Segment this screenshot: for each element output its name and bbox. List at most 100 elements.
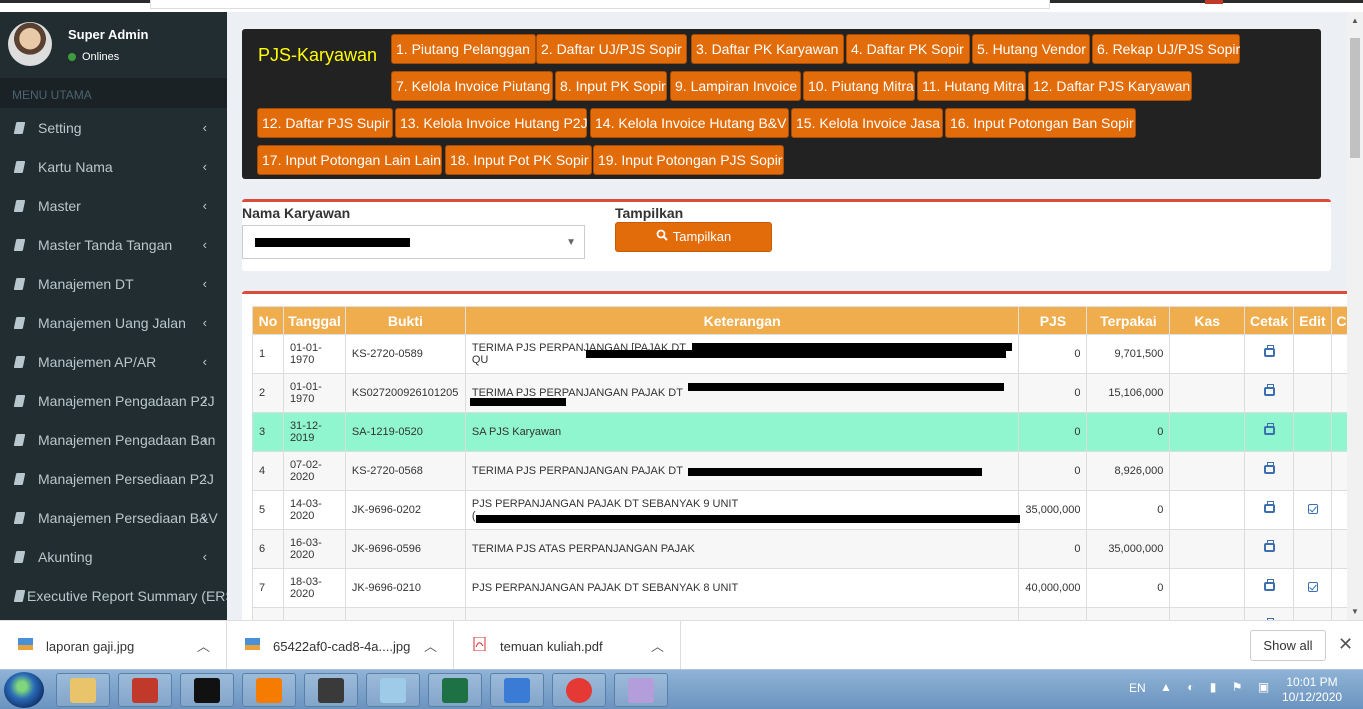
- tray-icons[interactable]: ▲ ◐ ▮ ⚑ ▣: [1160, 680, 1275, 694]
- sidebar-item[interactable]: Manajemen Uang Jalan ‹: [0, 303, 227, 342]
- cell-print[interactable]: [1244, 490, 1295, 530]
- cell-print[interactable]: [1244, 451, 1295, 491]
- cell-edit[interactable]: [1293, 412, 1332, 452]
- cell-keterangan: [464, 607, 1020, 620]
- nav-button[interactable]: 12. Daftar PJS Supir: [257, 108, 393, 138]
- cell-terpakai: 8,926,000: [1086, 451, 1171, 491]
- scroll-down-icon[interactable]: ▼: [1351, 607, 1359, 616]
- column-header[interactable]: No: [252, 306, 284, 335]
- taskbar-app-cmd[interactable]: [180, 673, 234, 707]
- nav-button[interactable]: 11. Hutang Mitra: [917, 71, 1026, 101]
- column-header[interactable]: Kas: [1169, 306, 1246, 335]
- sidebar-item[interactable]: Akunting ‹: [0, 537, 227, 576]
- cell-edit[interactable]: [1293, 373, 1332, 413]
- close-icon[interactable]: ✕: [1338, 634, 1353, 655]
- nav-button[interactable]: 2. Daftar UJ/PJS Sopir: [536, 34, 687, 64]
- taskbar-app-sublime[interactable]: [304, 673, 358, 707]
- nav-button[interactable]: 14. Kelola Invoice Hutang B&V: [590, 108, 789, 138]
- sidebar-item[interactable]: Executive Report Summary (ERS: [0, 576, 227, 615]
- start-button[interactable]: [4, 672, 44, 708]
- taskbar-app-network[interactable]: [490, 673, 544, 707]
- nav-button[interactable]: 4. Daftar PK Sopir: [846, 34, 970, 64]
- nav-button[interactable]: 16. Input Potongan Ban Sopir: [945, 108, 1136, 138]
- column-header[interactable]: Cetak: [1244, 306, 1295, 335]
- cell-print[interactable]: [1244, 412, 1295, 452]
- nav-button[interactable]: 18. Input Pot PK Sopir: [445, 145, 592, 175]
- sidebar-item[interactable]: Manajemen DT ‹: [0, 264, 227, 303]
- cell-edit[interactable]: [1293, 568, 1332, 608]
- printer-icon[interactable]: [1263, 423, 1275, 435]
- printer-icon[interactable]: [1263, 384, 1275, 396]
- language-indicator[interactable]: EN: [1129, 681, 1146, 695]
- taskbar-app-notepad[interactable]: [366, 673, 420, 707]
- printer-icon[interactable]: [1263, 462, 1275, 474]
- column-header[interactable]: Bukti: [344, 306, 466, 335]
- taskbar-app-paint[interactable]: [614, 673, 668, 707]
- edit-icon[interactable]: [1307, 503, 1318, 514]
- printer-icon[interactable]: [1263, 579, 1275, 591]
- clock[interactable]: 10:01 PM 10/12/2020: [1282, 675, 1342, 705]
- printer-icon[interactable]: [1263, 345, 1275, 357]
- nav-button[interactable]: 5. Hutang Vendor: [972, 34, 1090, 64]
- printer-icon[interactable]: [1263, 540, 1275, 552]
- column-header[interactable]: Keterangan: [464, 306, 1020, 335]
- chevron-up-icon[interactable]: ︿: [424, 636, 437, 655]
- sidebar-item[interactable]: Manajemen Persediaan B&V ‹: [0, 498, 227, 537]
- taskbar-app-xampp[interactable]: [242, 673, 296, 707]
- nav-button[interactable]: 7. Kelola Invoice Piutang: [391, 71, 553, 101]
- column-header[interactable]: PJS: [1018, 306, 1088, 335]
- nav-button[interactable]: 13. Kelola Invoice Hutang P2J: [395, 108, 588, 138]
- nav-button[interactable]: 9. Lampiran Invoice: [670, 71, 801, 101]
- nav-button[interactable]: 12. Daftar PJS Karyawan: [1028, 71, 1192, 101]
- cell-print[interactable]: [1244, 607, 1295, 620]
- nav-button[interactable]: 10. Piutang Mitra: [803, 71, 915, 101]
- scrollbar-thumb[interactable]: [1350, 38, 1360, 158]
- cell-edit[interactable]: [1293, 451, 1332, 491]
- taskbar-app-filezilla[interactable]: [118, 673, 172, 707]
- cell-date: 01-01-1970: [282, 373, 346, 413]
- show-button[interactable]: Tampilkan: [615, 222, 772, 252]
- cell-edit[interactable]: [1293, 607, 1332, 620]
- taskbar-app-explorer[interactable]: [56, 673, 110, 707]
- nav-button[interactable]: 15. Kelola Invoice Jasa: [791, 108, 943, 138]
- employee-select[interactable]: ▼: [242, 225, 585, 259]
- sidebar-item[interactable]: Master ‹: [0, 186, 227, 225]
- printer-icon[interactable]: [1263, 501, 1275, 513]
- sidebar-item[interactable]: Manajemen Pengadaan Ban ‹: [0, 420, 227, 459]
- taskbar-app-chrome[interactable]: [552, 673, 606, 707]
- cell-edit[interactable]: [1293, 529, 1332, 569]
- nav-button[interactable]: 19. Input Potongan PJS Sopir: [593, 145, 784, 175]
- chevron-up-icon[interactable]: ︿: [651, 636, 664, 655]
- sidebar-item[interactable]: Manajemen Pengadaan P2J ‹: [0, 381, 227, 420]
- chevron-up-icon[interactable]: ︿: [197, 636, 210, 655]
- taskbar-app-excel[interactable]: [428, 673, 482, 707]
- cell-print[interactable]: [1244, 373, 1295, 413]
- nav-button[interactable]: 1. Piutang Pelanggan: [391, 34, 536, 64]
- sidebar-item[interactable]: Kartu Nama ‹: [0, 147, 227, 186]
- download-item[interactable]: temuan kuliah.pdf ︿: [454, 621, 681, 670]
- column-header[interactable]: Edit: [1293, 306, 1332, 335]
- sidebar-item[interactable]: Manajemen AP/AR ‹: [0, 342, 227, 381]
- sidebar-item[interactable]: Master Tanda Tangan ‹: [0, 225, 227, 264]
- nav-button[interactable]: 17. Input Potongan Lain Lain: [257, 145, 442, 175]
- sidebar-item[interactable]: Setting ‹: [0, 108, 227, 147]
- sidebar-item-label: Manajemen Persediaan B&V: [38, 509, 218, 526]
- show-all-button[interactable]: Show all: [1250, 630, 1326, 661]
- download-item[interactable]: 65422af0-cad8-4a....jpg ︿: [227, 621, 454, 670]
- cell-print[interactable]: [1244, 334, 1295, 374]
- column-header[interactable]: Tanggal: [282, 306, 346, 335]
- cell-edit[interactable]: [1293, 490, 1332, 530]
- cell-print[interactable]: [1244, 568, 1295, 608]
- cell-edit[interactable]: [1293, 334, 1332, 374]
- sidebar-item[interactable]: Manajemen Persediaan P2J ‹: [0, 459, 227, 498]
- column-header[interactable]: Terpakai: [1086, 306, 1171, 335]
- scroll-up-icon[interactable]: ▲: [1351, 16, 1359, 25]
- nav-button[interactable]: 6. Rekap UJ/PJS Sopir: [1092, 34, 1240, 64]
- download-item[interactable]: laporan gaji.jpg ︿: [0, 621, 227, 670]
- edit-icon[interactable]: [1307, 581, 1318, 592]
- page-scrollbar[interactable]: ▲ ▼: [1347, 12, 1363, 620]
- cell-print[interactable]: [1244, 529, 1295, 569]
- nav-button[interactable]: 3. Daftar PK Karyawan: [691, 34, 844, 64]
- column-header[interactable]: C: [1330, 306, 1347, 335]
- nav-button[interactable]: 8. Input PK Sopir: [555, 71, 667, 101]
